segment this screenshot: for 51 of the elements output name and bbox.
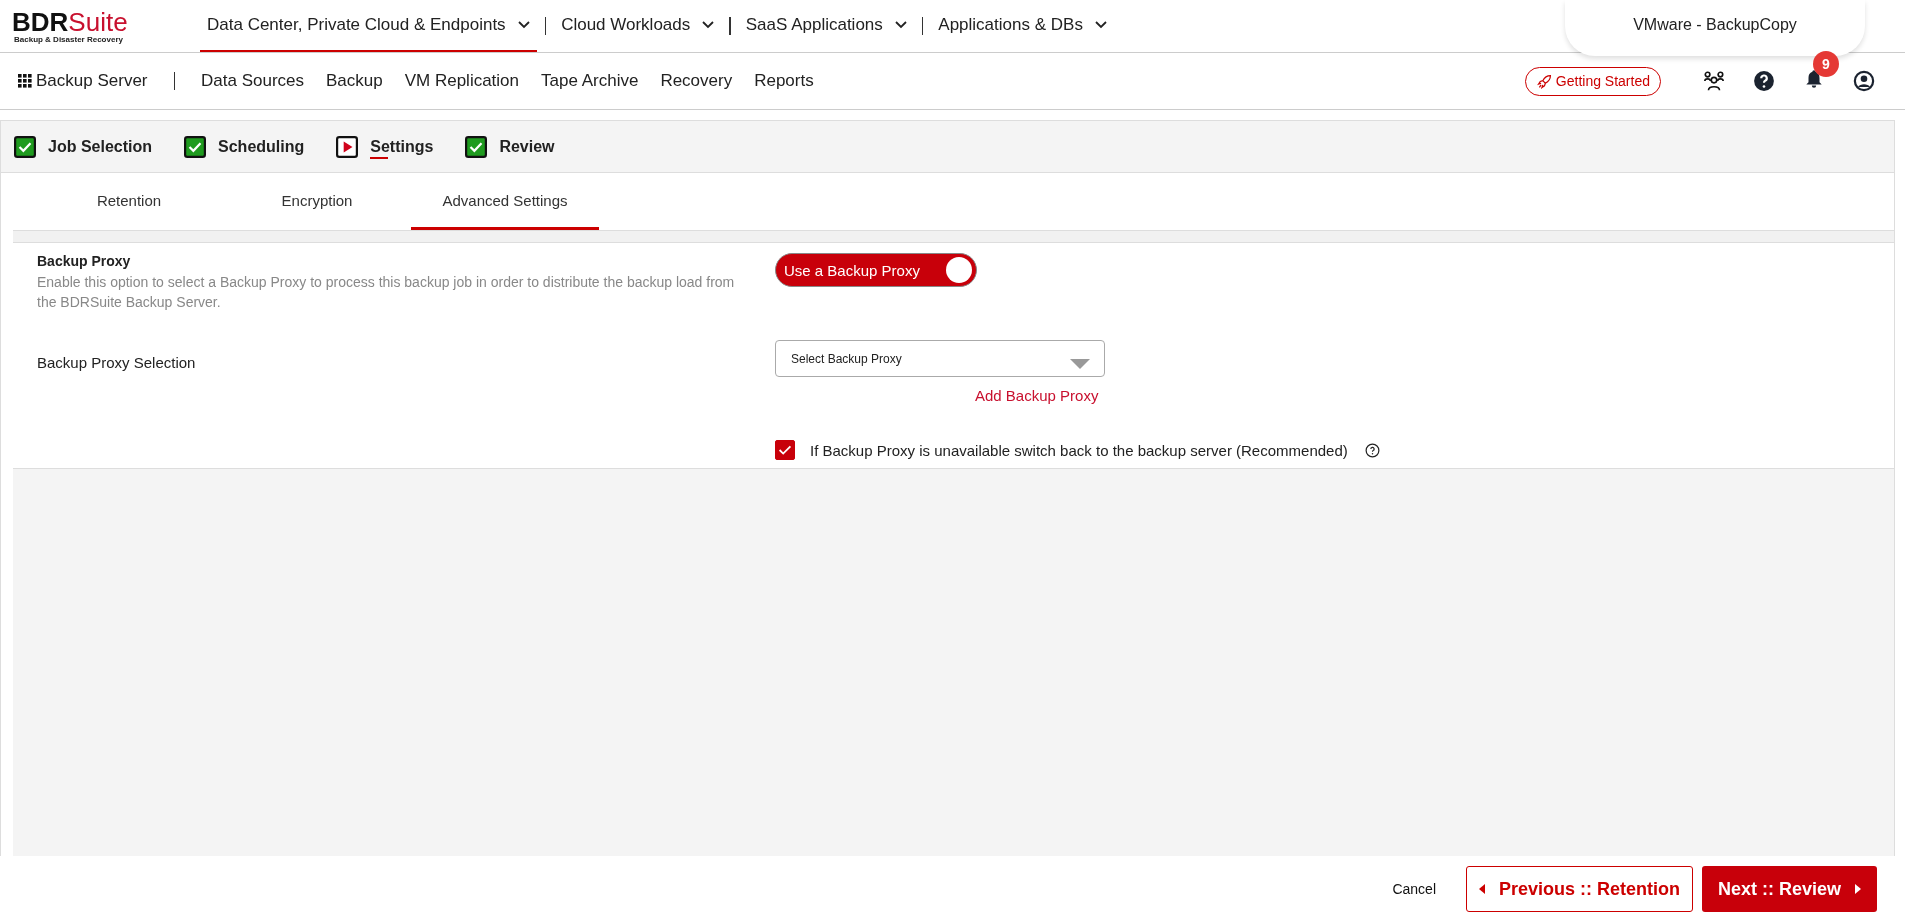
next-button[interactable]: Next :: Review [1702,866,1877,912]
wizard-step[interactable]: Review [499,134,555,159]
app-menu-button[interactable]: Backup Server [18,71,148,91]
dropdown-arrow-icon [1070,358,1090,369]
category-menu[interactable]: Data Center, Private Cloud & Endpoints [200,0,537,52]
wizard-step[interactable]: Scheduling [218,134,305,159]
help-icon[interactable] [1364,442,1380,458]
category-menu[interactable]: SaaS Applications [738,0,914,52]
checkbox-checked-icon [184,135,207,158]
category-menu[interactable]: Applications & DBs [931,0,1114,52]
nav-link[interactable]: Recovery [660,71,733,91]
section-title: Backup Proxy [37,253,132,269]
users-icon[interactable] [1703,70,1725,92]
nav-link[interactable]: Tape Archive [541,71,639,91]
tab[interactable]: Encryption [223,173,411,230]
previous-button[interactable]: Previous :: Retention [1466,866,1693,912]
checkbox-checked-icon [465,135,488,158]
separator [921,17,924,35]
category-menu[interactable]: Cloud Workloads [554,0,722,52]
tab[interactable]: Retention [35,173,223,230]
nav-link[interactable]: Data Sources [201,71,304,91]
logo-text: BDR [12,6,69,37]
nav-link[interactable]: Backup [326,71,383,91]
cancel-link[interactable]: Cancel [1392,881,1436,897]
nav-link[interactable]: Reports [754,71,814,91]
chevron-down-icon [894,21,907,29]
wizard-step[interactable]: Job Selection [48,134,153,159]
checkbox[interactable] [775,440,795,460]
logo-tagline: Backup & Disaster Recovery [14,34,124,44]
bell-icon[interactable] [1803,68,1825,90]
chevron-down-icon [1094,21,1107,29]
caret-left-icon [1479,884,1485,894]
rocket-icon [1535,72,1553,90]
chevron-down-icon [517,21,530,29]
play-icon [336,135,359,158]
logo-accent-text: Suite [68,6,128,37]
checkbox-checked-icon [14,135,36,158]
checkbox-label: If Backup Proxy is unavailable switch back to the backup server (Recommended) [810,441,1348,459]
user-icon[interactable] [1853,70,1875,92]
section-description: Enable this option to select a Backup Proxy to process this backup job in order to distribute the backup load from the BDRSuite Backup Server. [37,273,736,312]
field-label: Backup Proxy Selection [37,353,197,373]
separator [544,17,547,35]
separator [729,17,731,35]
add-proxy-link[interactable]: Add Backup Proxy [975,387,1099,404]
toggle-switch[interactable]: Use a Backup Proxy [775,253,977,287]
help-icon[interactable] [1753,70,1775,92]
nav-link[interactable]: VM Replication [404,71,520,91]
grid-icon [18,74,32,88]
proxy-select[interactable]: Select Backup Proxy [775,340,1105,377]
chevron-down-icon [702,21,715,29]
caret-right-icon [1855,884,1861,894]
